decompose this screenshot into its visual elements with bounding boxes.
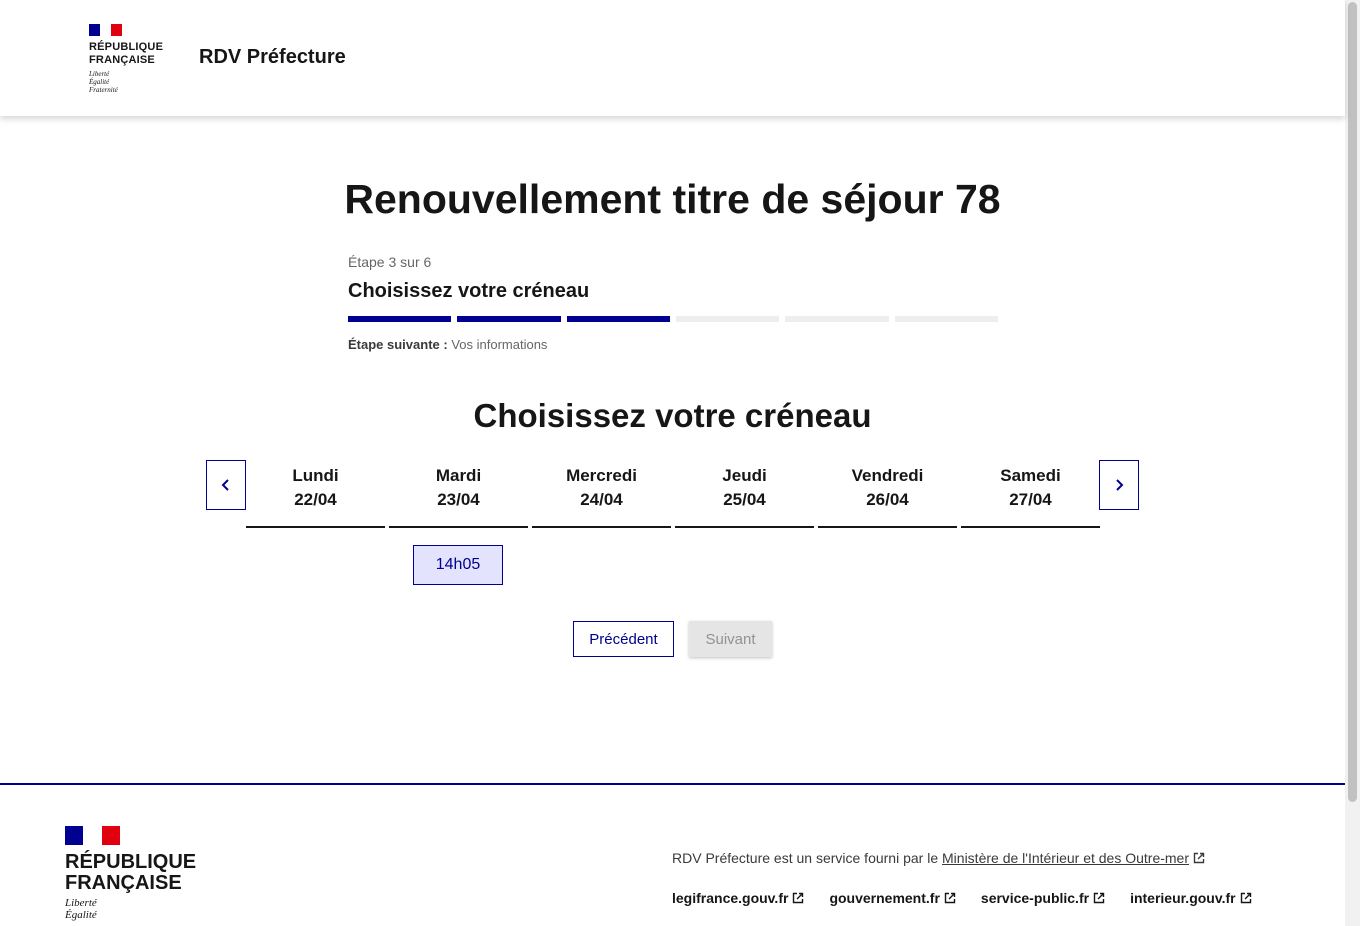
footer-link-gouvernement[interactable]: gouvernement.fr (829, 890, 956, 906)
logo-text: RÉPUBLIQUE FRANÇAISE (89, 41, 179, 67)
footer-republique-francaise-logo[interactable]: RÉPUBLIQUE FRANÇAISE Liberté Égalité (65, 826, 196, 921)
external-link-icon (793, 892, 804, 904)
footer-logo-text: RÉPUBLIQUE FRANÇAISE (65, 852, 196, 894)
external-link-icon (1240, 892, 1251, 904)
day-column-mercredi: Mercredi 24/04 (532, 460, 671, 528)
footer-motto-liberte: Liberté (65, 897, 97, 909)
day-date: 27/04 (1009, 490, 1052, 509)
stepper: Étape 3 sur 6 Choisissez votre créneau É… (348, 254, 998, 352)
ministry-link-label: Ministère de l'Intérieur et des Outre-me… (942, 850, 1190, 866)
step-progress-bar (348, 316, 998, 322)
footer-logo-line-2: FRANÇAISE (65, 872, 182, 894)
step-next-label: Étape suivante : (348, 337, 448, 352)
time-slot-button[interactable]: 14h05 (413, 545, 503, 585)
marianne-flag-icon (89, 24, 122, 36)
motto-fraternite: Fraternité (89, 86, 118, 94)
chevron-left-icon (221, 479, 229, 491)
footer-link-service-public[interactable]: service-public.fr (981, 890, 1105, 906)
previous-week-button[interactable] (206, 460, 246, 510)
step-bar-4 (675, 316, 780, 322)
day-column-vendredi: Vendredi 26/04 (818, 460, 957, 528)
step-state: Étape 3 sur 6 (348, 254, 432, 270)
day-name: Lundi (292, 466, 339, 485)
step-bar-1 (348, 316, 452, 322)
footer-link-label: legifrance.gouv.fr (672, 890, 789, 906)
day-name: Samedi (1000, 466, 1061, 485)
day-name: Vendredi (851, 466, 924, 485)
previous-button[interactable]: Précédent (573, 621, 674, 657)
day-name: Mercredi (566, 466, 637, 485)
day-date: 23/04 (437, 490, 480, 509)
page-scrollbar[interactable] (1345, 0, 1360, 926)
footer-description-text: RDV Préfecture est un service fourni par… (672, 850, 939, 866)
motto-egalite: Égalité (89, 78, 110, 86)
logo-motto: Liberté Égalité Fraternité (89, 70, 179, 94)
footer-motto-egalite: Égalité (65, 909, 97, 921)
service-title[interactable]: RDV Préfecture (199, 46, 346, 69)
day-column-lundi: Lundi 22/04 (246, 460, 385, 528)
day-date: 22/04 (294, 490, 337, 509)
footer-link-interieur[interactable]: interieur.gouv.fr (1130, 890, 1252, 906)
external-link-icon (1193, 852, 1205, 864)
motto-liberte: Liberté (89, 70, 110, 78)
chevron-right-icon (1116, 479, 1124, 491)
footer-link-label: service-public.fr (980, 890, 1090, 906)
footer-links: legifrance.gouv.fr gouvernement.fr servi… (672, 890, 1252, 906)
step-next-value: Vos informations (451, 337, 548, 352)
scrollbar-thumb[interactable] (1348, 2, 1357, 802)
next-week-button[interactable] (1099, 460, 1139, 510)
marianne-flag-icon (65, 826, 120, 845)
day-date: 26/04 (866, 490, 909, 509)
day-name: Mardi (435, 466, 482, 485)
footer-logo-line-1: RÉPUBLIQUE (65, 851, 197, 873)
next-button[interactable]: Suivant (689, 621, 772, 657)
footer-logo-motto: Liberté Égalité (65, 897, 196, 921)
step-bar-3 (566, 316, 670, 322)
site-footer: RÉPUBLIQUE FRANÇAISE Liberté Égalité RDV… (0, 783, 1345, 926)
ministry-link[interactable]: Ministère de l'Intérieur et des Outre-me… (942, 850, 1205, 866)
logo-line-2: FRANÇAISE (89, 54, 155, 66)
footer-link-label: gouvernement.fr (829, 890, 940, 906)
day-date: 25/04 (723, 490, 766, 509)
days-header: Lundi 22/04 Mardi 23/04 Mercredi 24/04 J… (246, 460, 1100, 528)
step-bar-2 (457, 316, 561, 322)
step-bar-6 (894, 316, 998, 322)
republique-francaise-logo[interactable]: RÉPUBLIQUE FRANÇAISE Liberté Égalité Fra… (89, 24, 179, 94)
external-link-icon (944, 892, 956, 904)
day-column-mardi: Mardi 23/04 (389, 460, 528, 528)
logo-line-1: RÉPUBLIQUE (89, 41, 164, 53)
day-column-samedi: Samedi 27/04 (961, 460, 1100, 528)
step-next: Étape suivante : Vos informations (348, 337, 998, 352)
page-title: Renouvellement titre de séjour 78 (344, 176, 1001, 222)
footer-description: RDV Préfecture est un service fourni par… (672, 850, 1205, 866)
section-title: Choisissez votre créneau (473, 397, 872, 434)
site-header: RÉPUBLIQUE FRANÇAISE Liberté Égalité Fra… (0, 0, 1345, 116)
step-title: Choisissez votre créneau (348, 280, 590, 302)
footer-link-label: interieur.gouv.fr (1130, 890, 1236, 906)
footer-link-legifrance[interactable]: legifrance.gouv.fr (672, 890, 804, 906)
external-link-icon (1093, 892, 1105, 904)
step-bar-5 (785, 316, 889, 322)
day-date: 24/04 (580, 490, 623, 509)
day-column-jeudi: Jeudi 25/04 (675, 460, 814, 528)
day-name: Jeudi (722, 466, 767, 485)
